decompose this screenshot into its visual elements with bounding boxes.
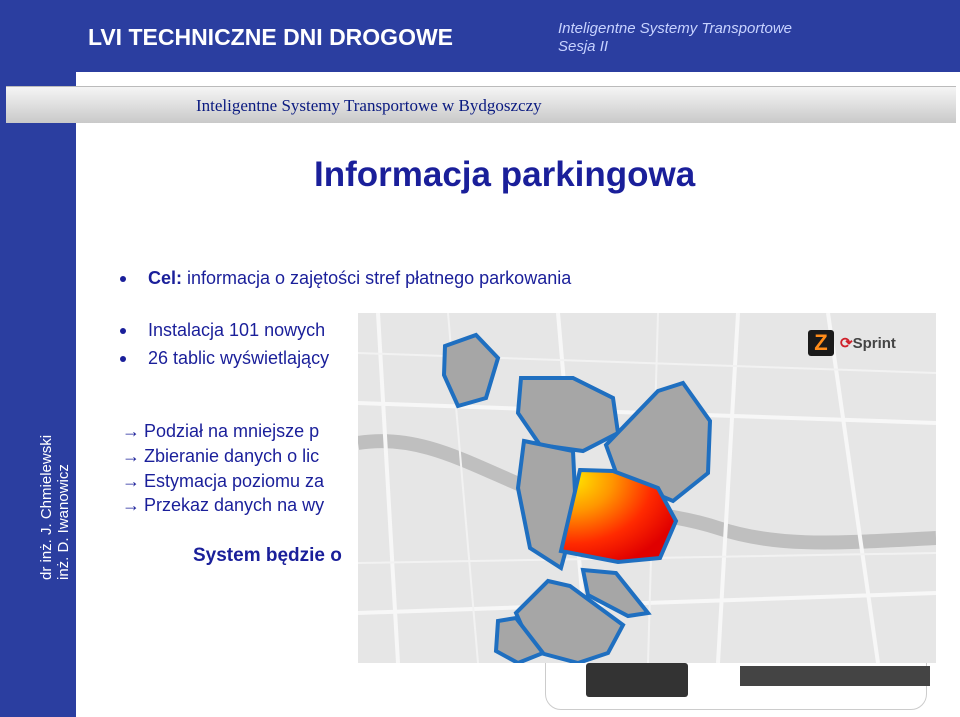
author-2: inż. D. Iwanowicz: [55, 464, 72, 580]
session-line-2: Sesja II: [558, 38, 609, 55]
arrow-item-text: Estymacja poziomu za: [144, 471, 325, 491]
right-arrow-icon: →: [122, 446, 140, 466]
author-1: dr inż. J. Chmielewski: [38, 434, 55, 580]
session-line-1: Inteligentne Systemy Transportowe: [558, 20, 793, 37]
right-arrow-icon: →: [122, 495, 140, 515]
subheader-bar: Inteligentne Systemy Transportowe w Bydg…: [6, 86, 956, 123]
sprint-logo-text: Sprint: [852, 335, 896, 352]
subheader-text: Inteligentne Systemy Transportowe w Bydg…: [196, 96, 542, 115]
bullet-text: 26 tablic wyświetlający: [148, 348, 330, 368]
author-credits-text: dr inż. J. Chmielewski inż. D. Iwanowicz: [38, 435, 72, 580]
display-board-base: [586, 663, 688, 697]
display-board-panel: [740, 666, 930, 686]
arrow-item-text: Przekaz danych na wy: [144, 495, 325, 515]
summary-text: System będzie o: [193, 545, 342, 566]
bullet-dot-icon: [120, 328, 126, 334]
arrow-list-item: → Podział na mniejsze p: [122, 421, 319, 442]
header-bar: LVI TECHNICZNE DNI DROGOWE Inteligentne …: [76, 0, 960, 72]
arrow-list-item: → Przekaz danych na wy: [122, 495, 324, 516]
conference-title: LVI TECHNICZNE DNI DROGOWE: [88, 24, 454, 50]
arrow-list-item: → Estymacja poziomu za: [122, 471, 324, 492]
slide-title: Informacja parkingowa: [314, 155, 696, 194]
bullet-label: Cel:: [148, 268, 183, 288]
sprint-logo: ⟳Sprint: [840, 334, 896, 352]
parking-zone-map: [358, 313, 936, 663]
right-arrow-icon: →: [122, 421, 140, 441]
z-logo: Z: [808, 330, 834, 356]
arrow-item-text: Podział na mniejsze p: [144, 421, 320, 441]
sprint-swirl-icon: ⟳: [840, 335, 853, 352]
arrow-list-item: → Zbieranie danych o lic: [122, 446, 319, 467]
right-arrow-icon: →: [122, 471, 140, 491]
arrow-item-text: Zbieranie danych o lic: [144, 446, 320, 466]
bullet-dot-icon: [120, 356, 126, 362]
bullet-text: Instalacja 101 nowych: [148, 320, 326, 340]
bullet-dot-icon: [120, 276, 126, 282]
session-label: Inteligentne Systemy Transportowe Sesja …: [558, 20, 792, 56]
bullet-text: Cel: informacja o zajętości stref płatne…: [148, 268, 572, 288]
